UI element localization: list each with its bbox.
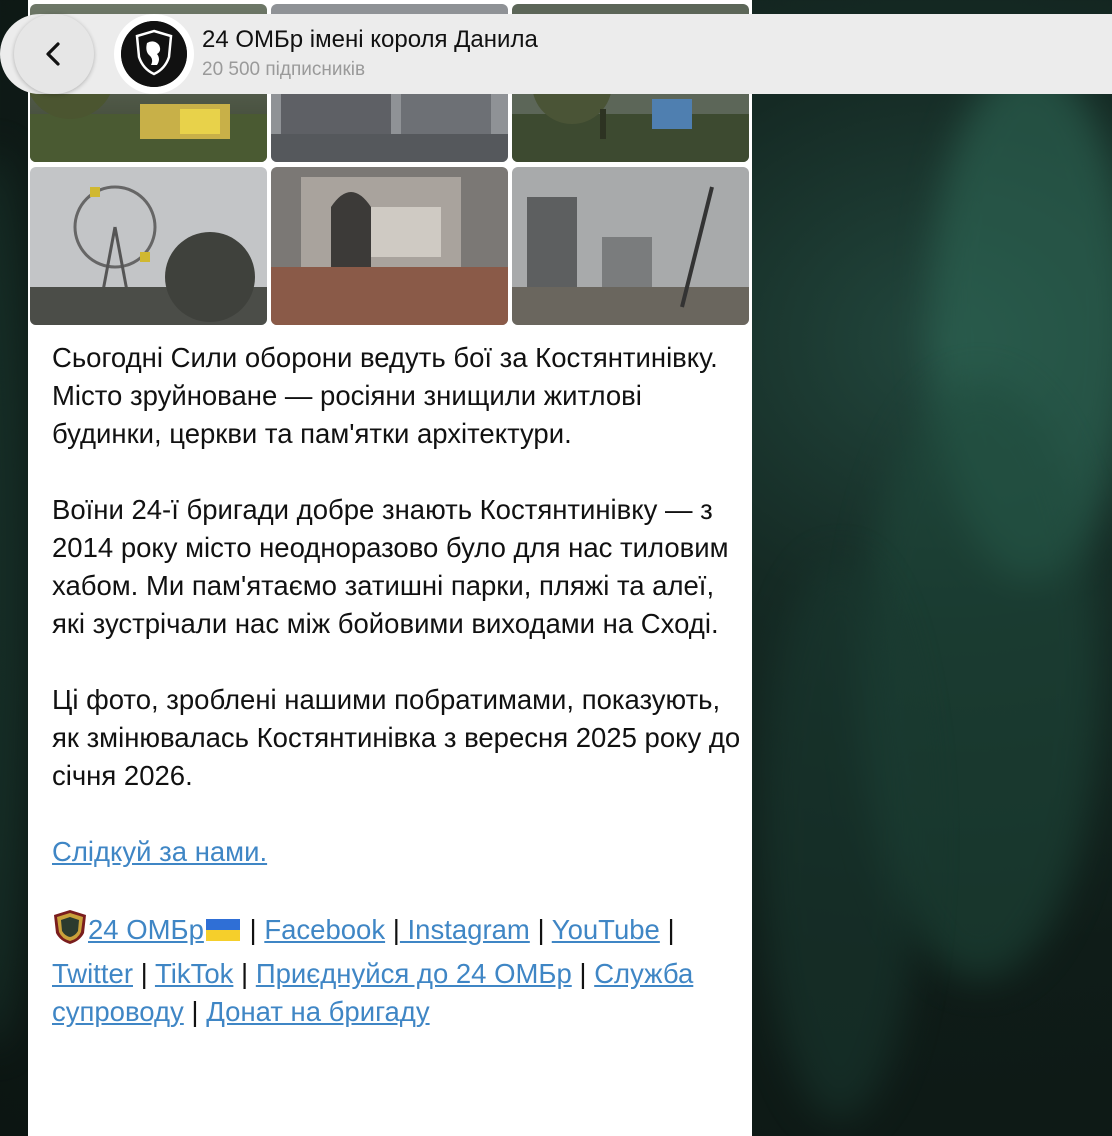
separator: | xyxy=(537,914,545,945)
follow-paragraph: Слідкуй за нами. xyxy=(52,833,742,871)
separator: | xyxy=(392,914,400,945)
photo-ruined-church-image xyxy=(271,167,508,325)
channel-title: 24 ОМБр імені короля Данила xyxy=(202,26,538,53)
channel-avatar[interactable] xyxy=(114,14,194,94)
separator: | xyxy=(191,996,199,1027)
link-donate[interactable]: Донат на бригаду xyxy=(206,996,429,1027)
subscriber-count: 20 500 підписників xyxy=(202,59,366,80)
link-brigade[interactable]: 24 ОМБр xyxy=(88,914,204,945)
chevron-left-icon xyxy=(46,42,60,66)
background-foliage xyxy=(0,150,30,1050)
follow-link[interactable]: Слідкуй за нами. xyxy=(52,836,267,867)
message-paragraph-1: Сьогодні Сили оборони ведуть бої за Кост… xyxy=(52,342,718,449)
brigade-lion-emblem-icon xyxy=(121,21,187,87)
message-bubble: Сьогодні Сили оборони ведуть бої за Кост… xyxy=(28,0,752,1136)
background-foliage xyxy=(760,560,920,1120)
separator: | xyxy=(249,914,257,945)
message-text: Сьогодні Сили оборони ведуть бої за Кост… xyxy=(52,339,742,1031)
separator: | xyxy=(241,958,249,989)
message-paragraph-2: Воїни 24-ї бригади добре знають Костянти… xyxy=(52,494,729,639)
photo-ruined-church[interactable] xyxy=(271,167,508,325)
ukraine-flag-icon xyxy=(205,913,240,941)
link-twitter[interactable]: Twitter xyxy=(52,958,133,989)
photo-ferris-wheel-image xyxy=(30,167,267,325)
link-youtube[interactable]: YouTube xyxy=(552,914,660,945)
message-paragraph-3: Ці фото, зроблені нашими побратимами, по… xyxy=(52,684,741,791)
separator: | xyxy=(579,958,587,989)
photo-ruined-apartments[interactable] xyxy=(512,167,749,325)
avatar xyxy=(121,21,187,87)
separator: | xyxy=(667,914,675,945)
link-instagram[interactable]: Instagram xyxy=(400,914,530,945)
link-facebook[interactable]: Facebook xyxy=(264,914,385,945)
separator: | xyxy=(140,958,148,989)
photo-ferris-wheel[interactable] xyxy=(30,167,267,325)
photo-ruined-apartments-image xyxy=(512,167,749,325)
links-paragraph: 24 ОМБр | Facebook | Instagram | YouTube… xyxy=(52,909,742,1031)
link-tiktok[interactable]: TikTok xyxy=(155,958,233,989)
link-join[interactable]: Приєднуйся до 24 ОМБр xyxy=(256,958,572,989)
brigade-emblem-icon xyxy=(52,909,88,955)
back-button[interactable] xyxy=(14,14,94,94)
